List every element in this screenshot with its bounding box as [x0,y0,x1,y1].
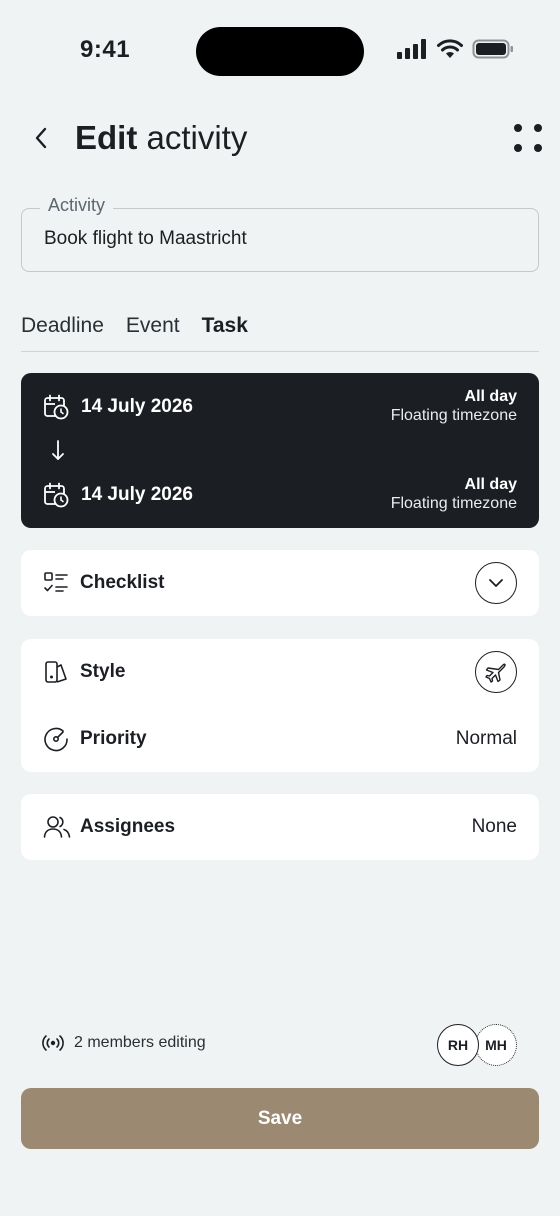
end-date-row[interactable]: 14 July 2026 [43,482,193,508]
priority-label: Priority [80,728,147,749]
battery-icon [472,39,513,59]
start-timezone: Floating timezone [390,407,517,424]
avatar-mh[interactable]: MH [475,1024,517,1066]
assignees-label: Assignees [80,816,176,837]
start-all-day: All day [464,388,517,405]
style-priority-card: Style Priority Normal [21,639,539,772]
chevron-down-icon [489,579,503,587]
gauge-icon [44,727,68,752]
activity-input-value[interactable]: Book flight to Maastricht [44,228,247,250]
collaboration-status: 2 members editing [42,1034,206,1052]
tab-deadline[interactable]: Deadline [21,314,104,338]
tab-task[interactable]: Task [202,314,248,338]
priority-value: Normal [455,728,517,749]
checklist-expand-button[interactable] [475,562,517,604]
more-options-button[interactable] [510,122,546,156]
tabs-divider [21,351,539,352]
checklist-label: Checklist [80,572,165,593]
cellular-signal-icon [397,39,426,59]
tab-event[interactable]: Event [126,314,180,338]
style-row[interactable]: Style [21,639,539,705]
checklist-icon [44,572,68,592]
users-icon [43,816,71,838]
activity-field-label: Activity [40,195,114,216]
style-label: Style [80,661,126,682]
avatar-rh[interactable]: RH [437,1024,479,1066]
status-time: 9:41 [80,36,131,63]
broadcast-icon [42,1035,64,1051]
start-date-row[interactable]: 14 July 2026 [43,394,193,420]
page-title-light: activity [146,119,248,156]
assignees-card[interactable]: Assignees None [21,794,539,860]
end-all-day: All day [464,476,517,493]
calendar-clock-icon [44,394,69,420]
dots-grid-icon [514,124,542,152]
activity-type-tabs: Deadline Event Task [21,314,248,338]
checklist-card[interactable]: Checklist [21,550,539,616]
dynamic-island [196,27,364,76]
start-date-meta[interactable]: All day Floating timezone [391,388,517,425]
priority-row[interactable]: Priority Normal [21,705,539,772]
end-timezone: Floating timezone [390,495,517,512]
arrow-down-icon [52,440,64,460]
back-button[interactable] [24,120,58,156]
calendar-clock-icon [44,482,69,508]
page-title: Edit activity [75,118,247,158]
style-value-button[interactable] [475,651,517,693]
end-date-meta[interactable]: All day Floating timezone [391,476,517,513]
wifi-icon [437,39,463,58]
airplane-icon [485,663,506,683]
chevron-left-icon [35,127,47,149]
status-icons [396,38,514,60]
date-range-card: 14 July 2026 All day Floating timezone 1… [21,373,539,528]
end-date: 14 July 2026 [81,484,193,505]
page-title-strong: Edit [75,119,138,156]
start-date: 14 July 2026 [81,396,193,417]
style-icon [45,661,67,683]
save-button[interactable]: Save [21,1088,539,1149]
editing-text: 2 members editing [74,1034,206,1051]
assignees-value: None [471,816,517,837]
